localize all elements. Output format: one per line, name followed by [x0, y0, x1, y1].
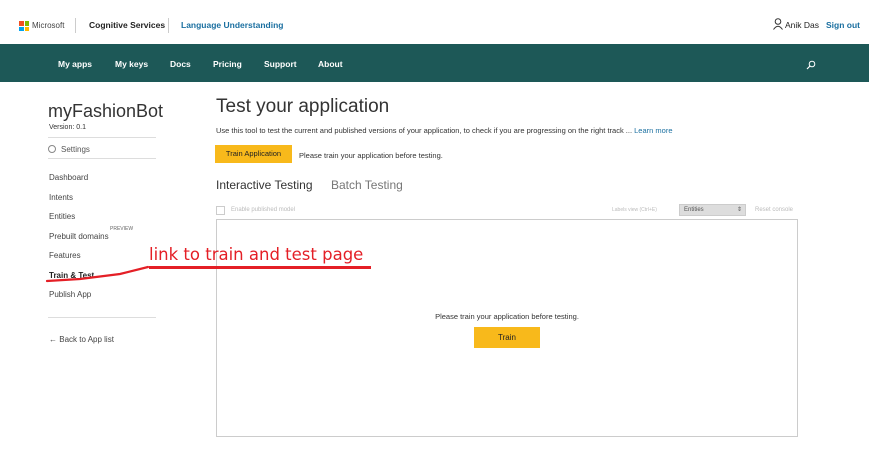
- page-description: Use this tool to test the current and pu…: [216, 126, 673, 135]
- service-link[interactable]: Language Understanding: [181, 20, 283, 30]
- nav-item-my-keys[interactable]: My keys: [115, 59, 148, 69]
- reset-console-link[interactable]: Reset console: [755, 207, 793, 213]
- back-label: Back to App list: [59, 335, 114, 344]
- app-version: Version: 0.1: [49, 124, 86, 131]
- chevron-updown-icon: ⇕: [736, 207, 742, 213]
- train-application-button[interactable]: Train Application: [215, 145, 292, 163]
- nav-item-pricing[interactable]: Pricing: [213, 59, 242, 69]
- app-name: myFashionBot: [48, 101, 164, 121]
- sidebar-divider: [48, 158, 156, 159]
- settings-link[interactable]: Settings: [48, 145, 90, 154]
- gear-icon: [48, 145, 56, 153]
- arrow-left-icon: ←: [49, 335, 57, 344]
- tab-batch-testing[interactable]: Batch Testing: [331, 178, 403, 192]
- entities-select[interactable]: Entities ⇕: [679, 204, 746, 216]
- search-icon[interactable]: [806, 60, 816, 70]
- description-text: Use this tool to test the current and pu…: [216, 126, 635, 135]
- sign-out-link[interactable]: Sign out: [826, 20, 860, 30]
- sidebar-item-features[interactable]: Features: [49, 251, 81, 260]
- microsoft-logo-icon: [19, 21, 29, 31]
- sidebar-item-intents[interactable]: Intents: [49, 193, 73, 202]
- user-name[interactable]: Anik Das: [785, 20, 819, 30]
- back-to-app-list-link[interactable]: ← Back to App list: [49, 335, 114, 344]
- train-status-message: Please train your application before tes…: [299, 151, 443, 160]
- product-link[interactable]: Cognitive Services: [89, 20, 165, 30]
- enable-published-model-label: Enable published model: [231, 207, 296, 213]
- annotation-underline: [149, 266, 371, 269]
- sidebar-divider: [48, 137, 156, 138]
- nav-item-my-apps[interactable]: My apps: [58, 59, 92, 69]
- nav-item-docs[interactable]: Docs: [170, 59, 191, 69]
- labels-view-label: Labels view (Ctrl+E): [612, 207, 657, 213]
- panel-message: Please train your application before tes…: [435, 312, 579, 321]
- enable-published-model-checkbox[interactable]: [216, 206, 225, 215]
- sidebar-item-entities[interactable]: Entities: [49, 212, 75, 221]
- nav-item-support[interactable]: Support: [264, 59, 297, 69]
- entities-select-value: Entities: [684, 207, 704, 213]
- nav-item-about[interactable]: About: [318, 59, 343, 69]
- page-title: Test your application: [216, 96, 390, 117]
- settings-label: Settings: [61, 145, 90, 154]
- main-nav: My apps My keys Docs Pricing Support Abo…: [0, 44, 869, 82]
- preview-badge: PREVIEW: [110, 226, 134, 232]
- microsoft-brand-text: Microsoft: [32, 21, 65, 30]
- sidebar-item-publish-app[interactable]: Publish App: [49, 290, 91, 299]
- sidebar-item-train-test[interactable]: Train & Test: [49, 271, 94, 280]
- train-button[interactable]: Train: [474, 327, 540, 348]
- annotation-text: link to train and test page: [149, 245, 364, 264]
- header-divider: [75, 18, 76, 33]
- header-divider: [168, 18, 169, 33]
- learn-more-link[interactable]: Learn more: [634, 126, 672, 135]
- tab-interactive-testing[interactable]: Interactive Testing: [216, 178, 313, 192]
- sidebar-item-prebuilt-domains[interactable]: Prebuilt domains: [49, 232, 109, 241]
- sidebar-item-dashboard[interactable]: Dashboard: [49, 173, 88, 182]
- sidebar-divider: [48, 317, 156, 318]
- top-bar: Microsoft Cognitive Services Language Un…: [0, 0, 869, 44]
- user-icon: [773, 18, 783, 30]
